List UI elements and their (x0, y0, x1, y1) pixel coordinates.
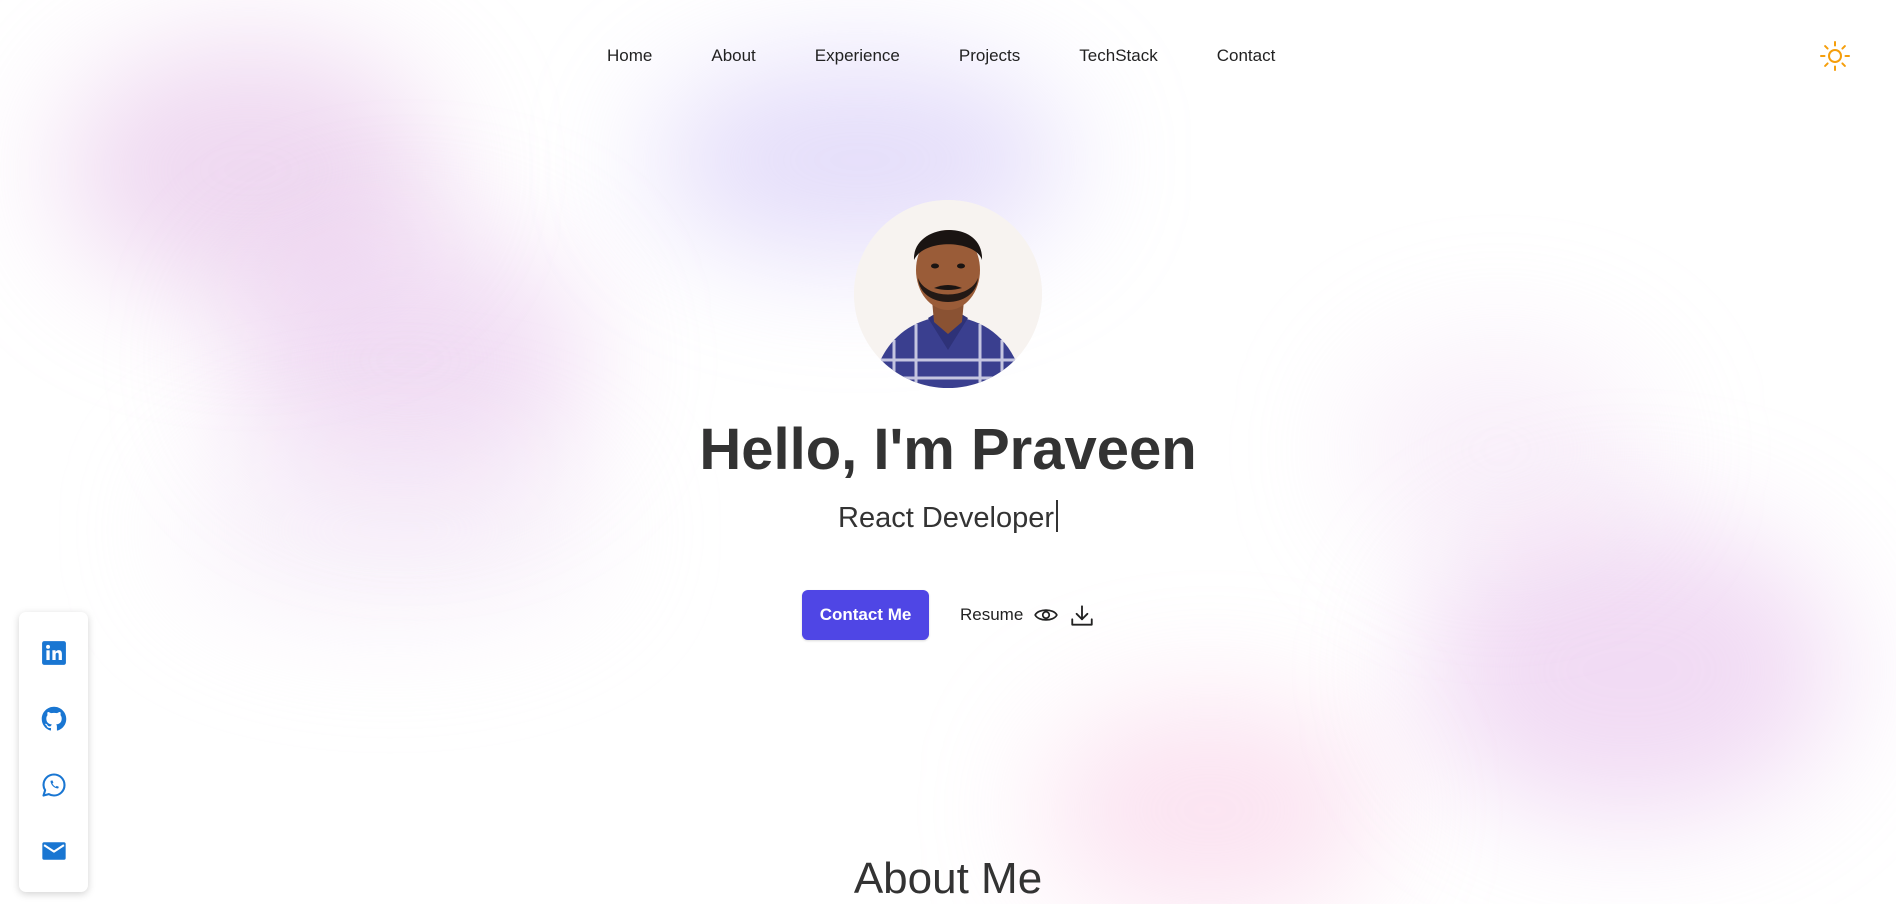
hero-actions: Contact Me Resume (802, 590, 1095, 640)
nav-experience-link[interactable]: Experience (815, 46, 900, 66)
whatsapp-link[interactable] (39, 770, 69, 800)
about-section-heading: About Me (853, 853, 1043, 903)
top-navbar: Home About Experience Projects TechStack… (0, 40, 1896, 72)
nav-projects-link[interactable]: Projects (959, 46, 1020, 66)
eye-icon (1034, 609, 1059, 621)
contact-me-button[interactable]: Contact Me (802, 590, 929, 640)
nav-techstack-link[interactable]: TechStack (1079, 46, 1157, 66)
download-icon (1071, 605, 1093, 626)
view-resume-button[interactable] (1033, 602, 1059, 628)
nav-contact-link[interactable]: Contact (1217, 46, 1276, 66)
linkedin-link[interactable] (39, 638, 69, 668)
download-resume-button[interactable] (1069, 602, 1095, 628)
whatsapp-icon (41, 773, 66, 797)
nav-home-link[interactable]: Home (607, 46, 652, 66)
sun-icon (1820, 41, 1850, 71)
resume-label: Resume (960, 605, 1024, 624)
github-icon (41, 706, 66, 731)
theme-toggle-button[interactable] (1819, 40, 1851, 72)
nav-links: Home About Experience Projects TechStack… (607, 46, 1275, 66)
linkedin-icon (41, 641, 66, 665)
hero-title: Hello, I'm Praveen (699, 417, 1197, 482)
typing-cursor (1056, 499, 1058, 532)
profile-photo (854, 200, 1042, 388)
hero-section: Hello, I'm Praveen React Developer (0, 200, 1896, 535)
typed-role-text: React Developer (838, 501, 1054, 534)
nav-about-link[interactable]: About (711, 46, 755, 66)
social-links-bar (19, 612, 88, 892)
hero-subtitle: React Developer (0, 499, 1896, 535)
github-link[interactable] (39, 704, 69, 734)
